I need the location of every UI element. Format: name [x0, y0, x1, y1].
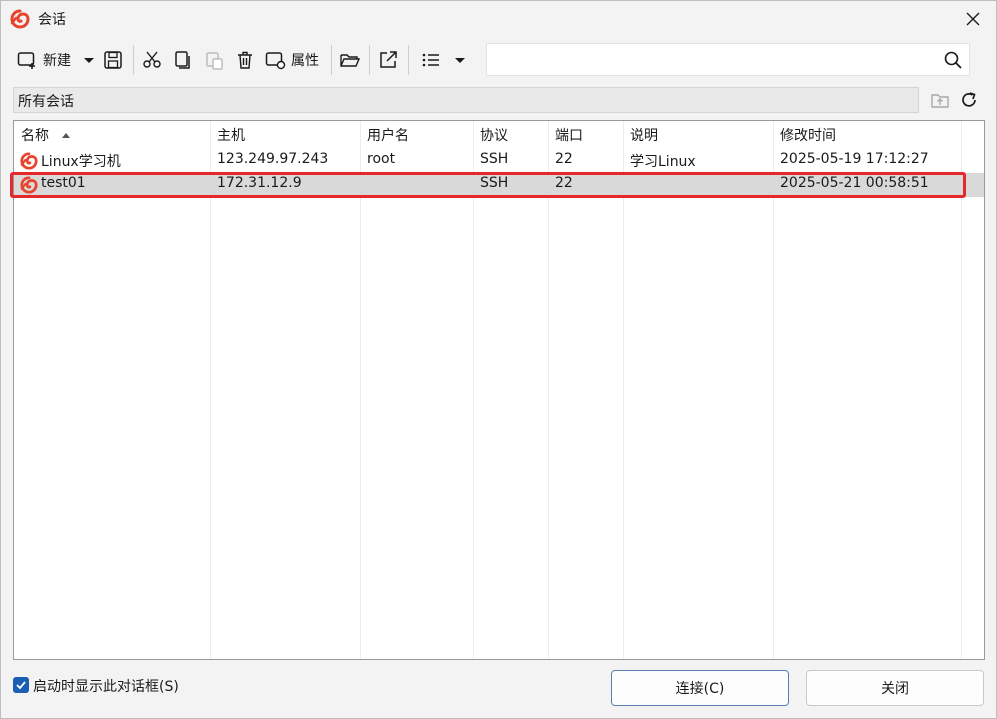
window-close-button[interactable]: [950, 1, 996, 37]
paste-button[interactable]: [204, 45, 224, 75]
dropdown-arrow-icon: [84, 58, 94, 63]
list-view-button[interactable]: [421, 45, 441, 75]
toolbar-separator: [408, 45, 409, 75]
column-header-port[interactable]: 端口: [555, 121, 583, 149]
app-logo-icon: [10, 9, 30, 29]
column-divider: [473, 121, 474, 659]
startup-checkbox[interactable]: [13, 677, 29, 693]
delete-button[interactable]: [235, 45, 255, 75]
cell-protocol: SSH: [480, 151, 509, 167]
column-header-username[interactable]: 用户名: [367, 121, 409, 149]
properties-label: 属性: [291, 53, 319, 69]
new-session-label: 新建: [43, 53, 71, 69]
toolbar-separator: [369, 45, 370, 75]
cell-name: Linux学习机: [41, 154, 121, 170]
startup-checkbox-label[interactable]: 启动时显示此对话框(S): [33, 676, 179, 696]
column-header-label: 用户名: [367, 128, 409, 144]
column-header-label: 主机: [217, 128, 245, 144]
window-title: 会话: [38, 12, 66, 28]
column-header-modified[interactable]: 修改时间: [780, 121, 836, 149]
column-divider: [548, 121, 549, 659]
new-session-button[interactable]: 新建: [17, 45, 71, 75]
column-header-description[interactable]: 说明: [630, 121, 658, 149]
column-divider: [623, 121, 624, 659]
column-header-label: 修改时间: [780, 128, 836, 144]
copy-button[interactable]: [172, 45, 192, 75]
cell-port: 22: [555, 175, 573, 191]
column-header-label: 协议: [480, 128, 508, 144]
cell-modified: 2025-05-19 17:12:27: [780, 151, 929, 167]
properties-button[interactable]: 属性: [265, 45, 319, 75]
column-header-label: 说明: [630, 128, 658, 144]
view-dropdown[interactable]: [454, 45, 466, 75]
column-divider: [773, 121, 774, 659]
cut-button[interactable]: [142, 45, 162, 75]
cell-modified: 2025-05-21 00:58:51: [780, 175, 929, 191]
folder-up-icon[interactable]: [930, 90, 950, 110]
search-icon[interactable]: [943, 50, 963, 70]
checkmark-icon: [16, 681, 26, 690]
export-icon: [380, 51, 397, 68]
export-button[interactable]: [378, 45, 398, 75]
new-session-dropdown[interactable]: [83, 45, 95, 75]
delete-icon: [238, 51, 252, 69]
new-session-icon: [17, 52, 35, 69]
column-divider: [961, 121, 962, 659]
column-divider: [360, 121, 361, 659]
column-header-label: 名称: [21, 128, 49, 144]
cut-icon: [143, 51, 161, 68]
session-icon: [20, 176, 38, 194]
search-input[interactable]: [495, 48, 935, 72]
paste-icon: [206, 52, 223, 70]
session-list[interactable]: 名称 主机 用户名 协议 端口 说明 修改时间 Linux学习机 123.249…: [13, 120, 985, 660]
connect-button[interactable]: 连接(C): [611, 670, 789, 706]
save-button[interactable]: [103, 45, 123, 75]
table-row[interactable]: Linux学习机 123.249.97.243 root SSH 22 学习Li…: [14, 149, 984, 173]
close-icon: [966, 12, 980, 26]
column-header-label: 端口: [555, 128, 583, 144]
session-icon: [20, 152, 38, 170]
toolbar-separator: [133, 45, 134, 75]
cell-name: test01: [41, 175, 86, 191]
cell-username: root: [367, 151, 396, 167]
column-divider: [210, 121, 211, 659]
cell-port: 22: [555, 151, 573, 167]
cell-host: 123.249.97.243: [217, 151, 329, 167]
list-view-icon: [422, 53, 439, 67]
column-header-host[interactable]: 主机: [217, 121, 245, 149]
column-header-protocol[interactable]: 协议: [480, 121, 508, 149]
dropdown-arrow-icon: [455, 58, 465, 63]
toolbar-separator: [331, 45, 332, 75]
search-box: [486, 43, 970, 76]
path-label: 所有会话: [18, 94, 74, 110]
cell-description: 学习Linux: [630, 154, 696, 170]
properties-icon: [265, 52, 286, 70]
refresh-icon[interactable]: [959, 90, 979, 110]
session-path-bar[interactable]: 所有会话: [13, 87, 919, 113]
title-bar: 会话: [1, 1, 996, 37]
column-header-name[interactable]: 名称: [21, 121, 71, 149]
close-button[interactable]: 关闭: [806, 670, 984, 706]
session-dialog: 会话 新建 属性 所有会话 名称 主机 用户名 协议 端口 说明 修改时间 Li…: [0, 0, 997, 719]
cell-host: 172.31.12.9: [217, 175, 302, 191]
sort-ascending-icon: [62, 133, 70, 138]
copy-icon: [175, 51, 190, 69]
table-row-selected[interactable]: test01 172.31.12.9 SSH 22 2025-05-21 00:…: [14, 173, 984, 197]
open-folder-icon: [340, 54, 361, 67]
save-icon: [104, 51, 122, 69]
cell-protocol: SSH: [480, 175, 509, 191]
open-folder-button[interactable]: [339, 45, 361, 75]
